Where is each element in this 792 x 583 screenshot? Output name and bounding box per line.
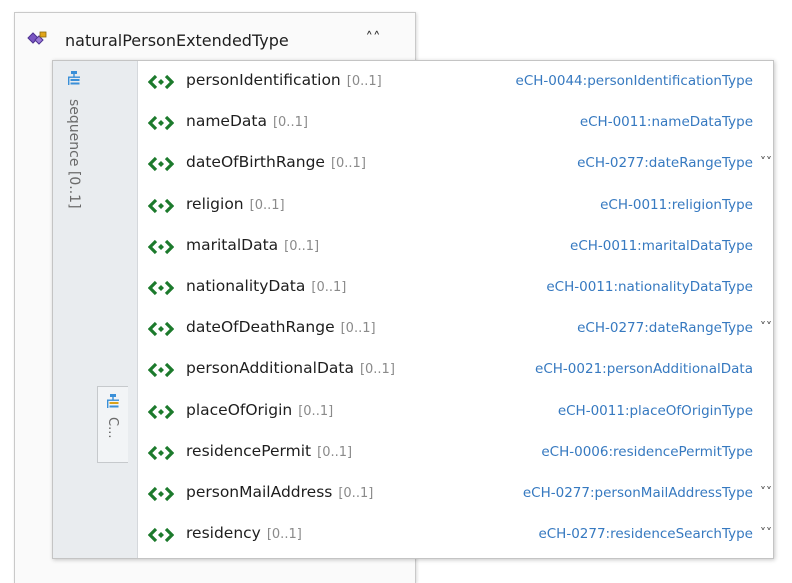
element-icon bbox=[148, 280, 174, 296]
element-name: nationalityData [0..1] bbox=[186, 277, 346, 295]
element-icon bbox=[148, 74, 174, 90]
element-name: personIdentification [0..1] bbox=[186, 71, 382, 89]
element-name: personAdditionalData [0..1] bbox=[186, 359, 395, 377]
element-type-link[interactable]: eCH-0011:religionType bbox=[600, 197, 753, 213]
element-row-placeOfOrigin[interactable]: placeOfOrigin [0..1] eCH-0011:placeOfOrig… bbox=[137, 391, 773, 432]
element-icon bbox=[148, 445, 174, 460]
double-chevron-down-icon[interactable]: ˅˅ bbox=[759, 526, 773, 540]
element-icon bbox=[148, 404, 174, 419]
element-name-text: maritalData bbox=[186, 235, 279, 254]
element-type-link[interactable]: eCH-0011:placeOfOriginType bbox=[558, 403, 753, 419]
element-name: personMailAddress [0..1] bbox=[186, 483, 373, 501]
element-icon bbox=[148, 527, 174, 543]
sequence-label: sequence [0..1] bbox=[66, 99, 82, 209]
element-cardinality: [0..1] bbox=[359, 362, 395, 378]
element-cardinality: [0..1] bbox=[249, 197, 285, 213]
element-name-text: nameData bbox=[186, 112, 267, 131]
element-cardinality: [0..1] bbox=[330, 156, 366, 172]
choice-box[interactable]: C... bbox=[97, 386, 128, 463]
element-type-link[interactable]: eCH-0277:personMailAddressType bbox=[523, 485, 753, 501]
element-name: nameData [0..1] bbox=[186, 112, 308, 130]
element-type-link[interactable]: eCH-0011:maritalDataType bbox=[570, 238, 753, 254]
element-cardinality: [0..1] bbox=[284, 238, 320, 254]
element-name-text: placeOfOrigin bbox=[186, 400, 293, 419]
element-cardinality: [0..1] bbox=[298, 403, 334, 419]
type-header: naturalPersonExtendedType ˄˄ bbox=[15, 13, 415, 59]
element-type-link[interactable]: eCH-0044:personIdentificationType bbox=[516, 73, 753, 89]
element-cardinality: [0..1] bbox=[340, 321, 376, 337]
element-name-text: residencePermit bbox=[186, 441, 312, 460]
element-type-link[interactable]: eCH-0011:nationalityDataType bbox=[546, 279, 753, 295]
choice-icon bbox=[107, 394, 119, 408]
element-row-personIdentification[interactable]: personIdentification [0..1] eCH-0044:pers… bbox=[137, 61, 773, 102]
element-row-dateOfBirthRange[interactable]: dateOfBirthRange [0..1] eCH-0277:dateRang… bbox=[137, 143, 773, 184]
element-name: residency [0..1] bbox=[186, 524, 302, 542]
element-row-nameData[interactable]: nameData [0..1] eCH-0011:nameDataType bbox=[137, 102, 773, 143]
element-name: dateOfBirthRange [0..1] bbox=[186, 153, 366, 171]
element-row-residencePermit[interactable]: residencePermit [0..1] eCH-0006:residence… bbox=[137, 432, 773, 473]
element-icon bbox=[148, 157, 174, 172]
type-title: naturalPersonExtendedType bbox=[65, 31, 289, 50]
element-name-text: personMailAddress bbox=[186, 482, 333, 501]
element-type-link[interactable]: eCH-0021:personAdditionalData bbox=[535, 361, 753, 377]
double-chevron-down-icon[interactable]: ˅˅ bbox=[759, 485, 773, 499]
element-type-link[interactable]: eCH-0011:nameDataType bbox=[580, 114, 753, 130]
element-cardinality: [0..1] bbox=[317, 444, 353, 460]
element-name-text: dateOfDeathRange bbox=[186, 318, 335, 337]
element-name-text: nationalityData bbox=[186, 276, 306, 295]
element-icon bbox=[148, 116, 174, 131]
element-type-link[interactable]: eCH-0277:dateRangeType bbox=[577, 155, 753, 171]
element-type-link[interactable]: eCH-0277:dateRangeType bbox=[577, 320, 753, 336]
element-row-residency[interactable]: residency [0..1] eCH-0277:residenceSearch… bbox=[137, 514, 773, 555]
element-cardinality: [0..1] bbox=[346, 74, 382, 89]
element-type-link[interactable]: eCH-0277:residenceSearchType bbox=[538, 526, 753, 542]
element-icon bbox=[148, 198, 174, 213]
element-icon bbox=[148, 363, 174, 378]
choice-label: C... bbox=[105, 417, 120, 439]
element-name-text: residency bbox=[186, 524, 261, 543]
element-list: personIdentification [0..1] eCH-0044:pers… bbox=[137, 61, 773, 558]
element-name: dateOfDeathRange [0..1] bbox=[186, 318, 376, 336]
double-chevron-up-icon[interactable]: ˄˄ bbox=[362, 27, 384, 49]
sequence-bar[interactable]: sequence [0..1] C... bbox=[53, 61, 138, 558]
element-icon bbox=[148, 321, 174, 337]
element-name: religion [0..1] bbox=[186, 195, 285, 213]
element-icon bbox=[148, 239, 174, 254]
element-row-dateOfDeathRange[interactable]: dateOfDeathRange [0..1] eCH-0277:dateRang… bbox=[137, 308, 773, 349]
element-cardinality: [0..1] bbox=[266, 527, 302, 543]
element-cardinality: [0..1] bbox=[311, 279, 347, 295]
element-row-religion[interactable]: religion [0..1] eCH-0011:religionType bbox=[137, 185, 773, 226]
element-name-text: personAdditionalData bbox=[186, 359, 354, 378]
element-name: placeOfOrigin [0..1] bbox=[186, 401, 333, 419]
element-name-text: religion bbox=[186, 194, 244, 213]
element-cardinality: [0..1] bbox=[272, 115, 308, 131]
element-row-personAdditionalData[interactable]: personAdditionalData [0..1] eCH-0021:pers… bbox=[137, 349, 773, 390]
element-name-text: personIdentification bbox=[186, 71, 341, 89]
element-name: maritalData [0..1] bbox=[186, 236, 319, 254]
element-row-maritalData[interactable]: maritalData [0..1] eCH-0011:maritalDataTy… bbox=[137, 226, 773, 267]
complex-type-icon bbox=[27, 31, 47, 45]
element-name-text: dateOfBirthRange bbox=[186, 153, 325, 172]
element-row-personMailAddress[interactable]: personMailAddress [0..1] eCH-0277:personM… bbox=[137, 473, 773, 514]
double-chevron-down-icon[interactable]: ˅˅ bbox=[759, 320, 773, 334]
element-cardinality: [0..1] bbox=[338, 485, 374, 501]
element-type-link[interactable]: eCH-0006:residencePermitType bbox=[541, 444, 753, 460]
element-name: residencePermit [0..1] bbox=[186, 442, 352, 460]
element-icon bbox=[148, 486, 174, 502]
sequence-icon bbox=[68, 71, 80, 85]
sequence-box: sequence [0..1] C... personIdentificatio… bbox=[52, 60, 774, 559]
double-chevron-down-icon[interactable]: ˅˅ bbox=[759, 155, 773, 169]
element-row-nationalityData[interactable]: nationalityData [0..1] eCH-0011:nationali… bbox=[137, 267, 773, 308]
